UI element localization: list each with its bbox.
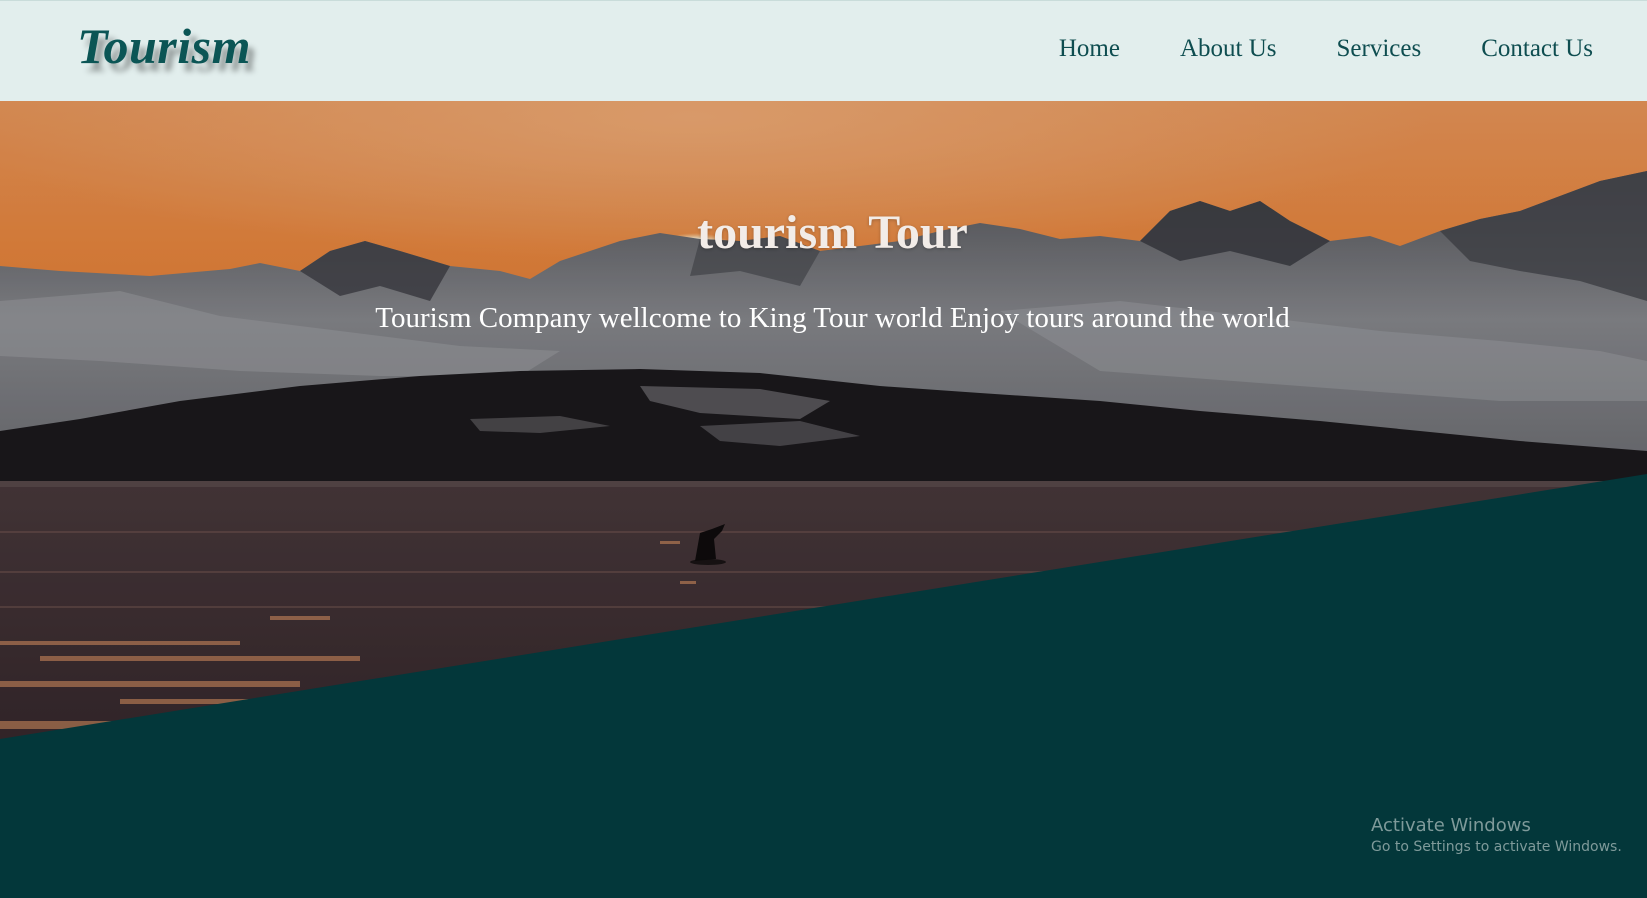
watermark-title: Activate Windows bbox=[1371, 815, 1531, 836]
watermark-subtitle: Go to Settings to activate Windows. bbox=[1371, 839, 1622, 855]
site-logo[interactable]: Tourism bbox=[77, 17, 251, 75]
hero-title: tourism Tour bbox=[697, 206, 968, 259]
windows-activation-watermark: Activate Windows Go to Settings to activ… bbox=[1371, 815, 1622, 855]
hero-section: tourism Tour Tourism Company wellcome to… bbox=[0, 101, 1647, 898]
nav-contact-link[interactable]: Contact Us bbox=[1481, 35, 1593, 63]
nav-about-link[interactable]: About Us bbox=[1180, 35, 1277, 63]
hero-subtitle: Tourism Company wellcome to King Tour wo… bbox=[375, 302, 1290, 334]
main-nav: Home About Us Services Contact Us bbox=[1059, 35, 1593, 63]
page: Tourism Home About Us Services Contact U… bbox=[0, 0, 1647, 898]
nav-home-link[interactable]: Home bbox=[1059, 35, 1120, 63]
nav-services-link[interactable]: Services bbox=[1337, 35, 1422, 63]
site-header: Tourism Home About Us Services Contact U… bbox=[0, 0, 1647, 101]
